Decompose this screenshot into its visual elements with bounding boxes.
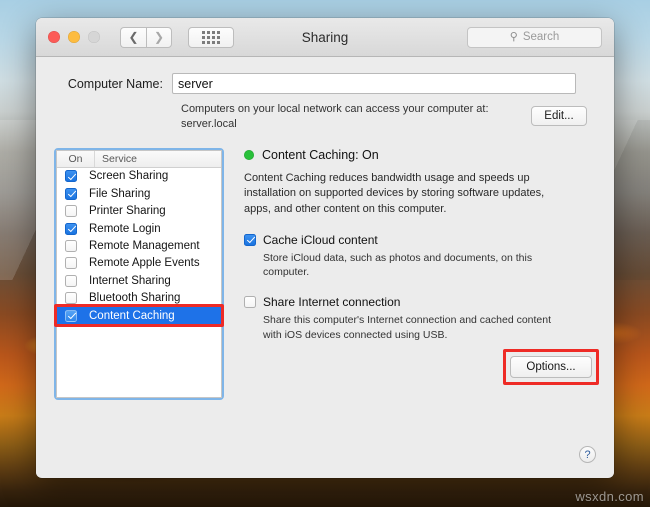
service-label: Remote Apple Events <box>89 257 200 270</box>
service-label: Remote Login <box>89 222 161 235</box>
sharing-preferences-window: ❮ ❯ Sharing ⚲ Search Computer Name: serv… <box>36 18 614 478</box>
cache-icloud-checkbox[interactable] <box>244 233 256 246</box>
service-checkbox[interactable] <box>65 274 77 287</box>
service-panes: On Service Screen Sharing File Sharing Pri… <box>36 147 614 400</box>
computer-name-note: Computers on your local network can acce… <box>181 102 531 132</box>
service-row[interactable]: Internet Sharing <box>57 272 221 289</box>
service-status-text: Content Caching: On <box>262 147 379 162</box>
desktop-background: ❮ ❯ Sharing ⚲ Search Computer Name: serv… <box>0 0 650 507</box>
option-share-internet-connection: Share Internet connection Share this com… <box>244 295 596 342</box>
computer-name-note-row: Computers on your local network can acce… <box>36 102 614 132</box>
service-row[interactable]: Remote Login <box>57 220 221 237</box>
share-internet-description: Share this computer's Internet connectio… <box>263 313 552 341</box>
option-cache-icloud-content: Cache iCloud content Store iCloud data, … <box>244 233 596 280</box>
forward-button[interactable]: ❯ <box>146 26 172 48</box>
show-all-grid-icon <box>202 30 220 44</box>
service-row[interactable]: File Sharing <box>57 185 221 202</box>
service-status-line: Content Caching: On <box>244 148 596 162</box>
window-toolbar: ❮ ❯ Sharing ⚲ Search <box>36 18 614 57</box>
service-detail-pane: Content Caching: On Content Caching redu… <box>224 148 599 400</box>
cache-icloud-label: Cache iCloud content <box>263 232 378 247</box>
computer-name-field[interactable]: server <box>172 73 576 94</box>
service-checkbox[interactable] <box>65 257 77 270</box>
chevron-right-icon: ❯ <box>153 30 165 44</box>
share-internet-label: Share Internet connection <box>263 294 401 309</box>
share-internet-checkbox[interactable] <box>244 295 256 308</box>
status-indicator-dot <box>244 149 254 160</box>
minimize-window-button[interactable] <box>68 31 80 43</box>
back-button[interactable]: ❮ <box>120 26 146 48</box>
service-checkbox[interactable] <box>65 205 77 218</box>
service-label: Printer Sharing <box>89 205 166 218</box>
share-internet-checkbox-row[interactable]: Share Internet connection <box>244 295 596 309</box>
service-row[interactable]: Printer Sharing <box>57 202 221 219</box>
traffic-light-group <box>48 31 100 43</box>
service-row[interactable]: Screen Sharing <box>57 168 221 185</box>
service-label: Remote Management <box>89 239 200 252</box>
cache-icloud-description: Store iCloud data, such as photos and do… <box>263 251 533 279</box>
service-row[interactable]: Remote Management <box>57 237 221 254</box>
service-list-header: On Service <box>57 150 221 168</box>
service-row[interactable]: Remote Apple Events <box>57 255 221 272</box>
computer-name-row: Computer Name: server <box>36 57 614 94</box>
service-label: Screen Sharing <box>89 170 169 183</box>
service-checkbox[interactable] <box>65 239 77 252</box>
service-checkbox[interactable] <box>65 292 77 305</box>
service-label: Content Caching <box>89 309 175 322</box>
search-placeholder: Search <box>522 31 560 43</box>
search-icon: ⚲ <box>509 30 518 43</box>
computer-name-note-line1: Computers on your local network can acce… <box>181 103 489 115</box>
computer-name-note-line2: server.local <box>181 117 237 130</box>
edit-button[interactable]: Edit... <box>531 106 587 126</box>
service-checkbox[interactable] <box>65 309 77 322</box>
options-button[interactable]: Options... <box>510 355 592 378</box>
service-label: File Sharing <box>89 187 151 200</box>
service-label: Bluetooth Sharing <box>89 292 181 305</box>
service-rows: Screen Sharing File Sharing Printer Sharin… <box>57 168 221 325</box>
column-header-on: On <box>57 150 95 167</box>
computer-name-label: Computer Name: <box>67 76 163 91</box>
cache-icloud-checkbox-row[interactable]: Cache iCloud content <box>244 233 596 247</box>
service-description: Content Caching reduces bandwidth usage … <box>244 171 545 215</box>
close-window-button[interactable] <box>48 31 60 43</box>
chevron-left-icon: ❮ <box>128 30 139 44</box>
service-list[interactable]: On Service Screen Sharing File Sharing Pri… <box>56 149 222 398</box>
computer-name-value: server <box>178 76 213 91</box>
service-label: Internet Sharing <box>89 274 171 287</box>
service-checkbox[interactable] <box>65 170 77 183</box>
service-checkbox[interactable] <box>65 187 77 200</box>
service-list-container: On Service Screen Sharing File Sharing Pri… <box>54 147 224 400</box>
column-header-service: Service <box>102 152 138 165</box>
preferences-content: Computer Name: server Computers on your … <box>36 57 614 477</box>
show-all-preferences-button[interactable] <box>188 26 234 48</box>
navigation-button-group: ❮ ❯ <box>120 26 172 48</box>
watermark: wsxdn.com <box>575 489 644 504</box>
zoom-window-button <box>88 31 100 43</box>
service-row[interactable]: Content Caching <box>57 306 221 325</box>
search-input[interactable]: ⚲ Search <box>467 26 602 48</box>
service-row[interactable]: Bluetooth Sharing <box>57 289 221 306</box>
help-button[interactable]: ? <box>579 446 596 463</box>
service-checkbox[interactable] <box>65 222 77 235</box>
